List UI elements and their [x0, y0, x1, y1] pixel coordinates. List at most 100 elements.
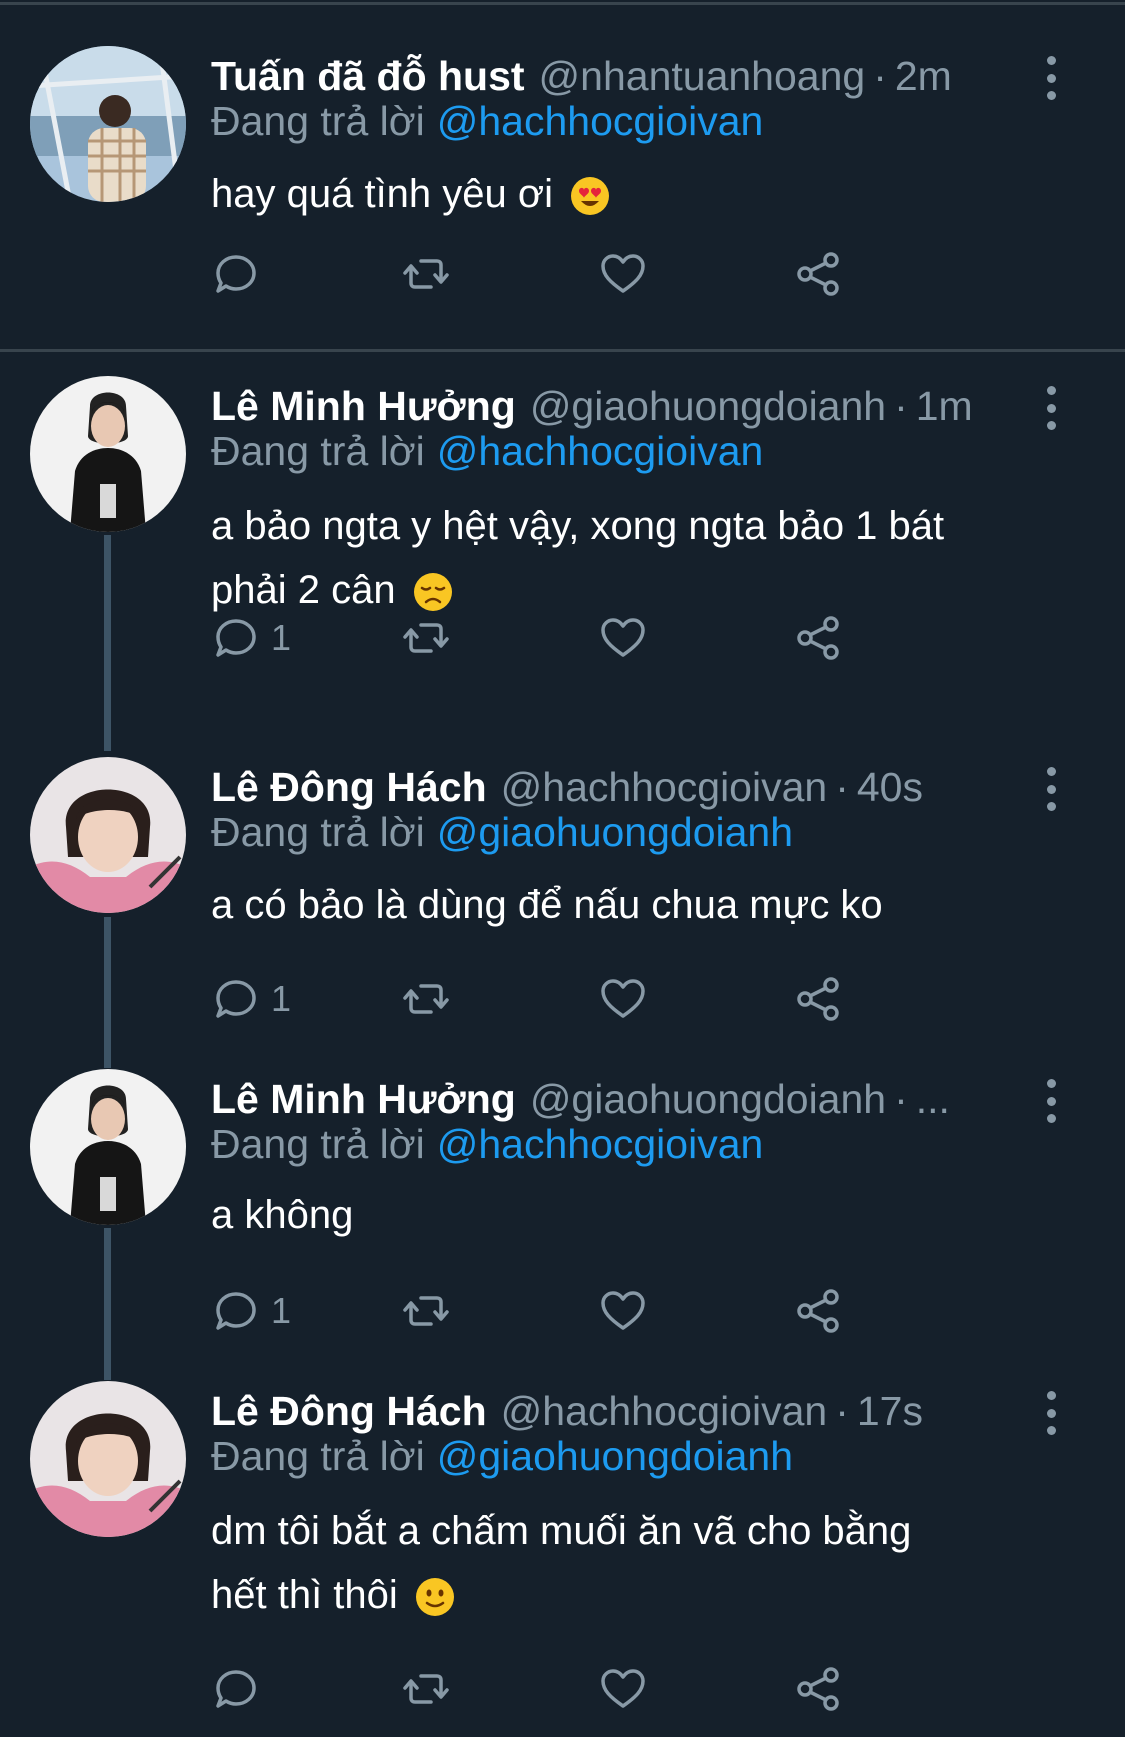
reply-button[interactable] — [211, 1661, 271, 1717]
slight-smile-emoji-icon — [415, 1578, 454, 1617]
replying-to: Đang trả lời @giaohuongdoianh — [211, 1433, 793, 1480]
timestamp[interactable]: 2m — [895, 53, 952, 100]
tweet-text: a có bảo là dùng để nấu chua mực ko — [211, 873, 1051, 937]
more-icon[interactable] — [1041, 1079, 1061, 1123]
share-button[interactable] — [794, 1283, 844, 1339]
display-name[interactable]: Lê Minh Hưởng — [211, 383, 516, 430]
timestamp[interactable]: ... — [916, 1076, 950, 1123]
timestamp[interactable]: 40s — [857, 764, 923, 811]
avatar-boat-photo — [30, 46, 186, 202]
timestamp[interactable]: 17s — [857, 1388, 923, 1435]
avatar[interactable] — [30, 1381, 186, 1537]
reply-button[interactable]: 1 — [211, 610, 291, 666]
reply-count: 1 — [271, 617, 292, 658]
replying-to-handle[interactable]: @giaohuongdoianh — [437, 809, 793, 855]
user-handle[interactable]: @hachhocgioivan — [501, 764, 828, 811]
tweet-text-line: a có bảo là dùng để nấu chua mực ko — [211, 883, 883, 927]
share-button[interactable] — [794, 246, 844, 302]
share-icon — [797, 1667, 839, 1711]
share-button[interactable] — [794, 610, 844, 666]
avatar-black-hoodie — [30, 1069, 186, 1225]
replying-to-label: Đang trả lời — [211, 1433, 425, 1479]
user-handle[interactable]: @giaohuongdoianh — [530, 1076, 886, 1123]
like-button[interactable] — [598, 971, 648, 1027]
retweet-button[interactable] — [401, 246, 451, 302]
separator-dot: · — [894, 1075, 908, 1122]
separator-dot: · — [835, 1387, 849, 1434]
timestamp[interactable]: 1m — [916, 383, 973, 430]
reply-icon — [216, 1292, 256, 1330]
retweet-button[interactable] — [401, 971, 451, 1027]
reply-icon — [216, 255, 256, 293]
tweet-header: Lê Đông Hách @hachhocgioivan · 40s — [211, 757, 1031, 817]
replying-to: Đang trả lời @hachhocgioivan — [211, 1121, 763, 1168]
heart-icon — [601, 618, 645, 657]
like-button[interactable] — [598, 246, 648, 302]
more-icon[interactable] — [1041, 767, 1061, 811]
display-name[interactable]: Tuấn đã đỗ hust — [211, 53, 525, 100]
tweet-actions: 1 — [211, 1283, 951, 1339]
user-handle[interactable]: @nhantuanhoang — [539, 53, 866, 100]
heart-icon — [601, 1669, 645, 1708]
replying-to-handle[interactable]: @hachhocgioivan — [437, 428, 764, 474]
replying-to-label: Đang trả lời — [211, 98, 425, 144]
like-button[interactable] — [598, 1283, 648, 1339]
tweet-divider — [0, 349, 1125, 352]
retweet-icon — [403, 623, 449, 653]
more-icon[interactable] — [1041, 386, 1061, 430]
display-name[interactable]: Lê Minh Hưởng — [211, 1076, 516, 1123]
heart-eyes-emoji-icon — [571, 177, 610, 216]
avatar-pink-hoodie — [30, 757, 186, 913]
tweet-text-line: hay quá tình yêu ơi — [211, 172, 554, 216]
reply-button[interactable] — [211, 246, 271, 302]
avatar[interactable] — [30, 46, 186, 202]
share-button[interactable] — [794, 971, 844, 1027]
retweet-button[interactable] — [401, 610, 451, 666]
display-name[interactable]: Lê Đông Hách — [211, 764, 487, 811]
share-icon — [797, 977, 839, 1021]
reply-count: 1 — [271, 1290, 292, 1331]
avatar[interactable] — [30, 1069, 186, 1225]
user-handle[interactable]: @giaohuongdoianh — [530, 383, 886, 430]
heart-icon — [601, 979, 645, 1018]
reply-icon — [216, 980, 256, 1018]
user-handle[interactable]: @hachhocgioivan — [501, 1388, 828, 1435]
display-name[interactable]: Lê Đông Hách — [211, 1388, 487, 1435]
tweet-actions — [211, 1661, 951, 1717]
tweet-header: Tuấn đã đỗ hust @nhantuanhoang · 2m — [211, 46, 1031, 106]
retweet-icon — [403, 1296, 449, 1326]
replying-to: Đang trả lời @hachhocgioivan — [211, 98, 763, 145]
replying-to-label: Đang trả lời — [211, 1121, 425, 1167]
like-button[interactable] — [598, 610, 648, 666]
avatar-black-hoodie — [30, 376, 186, 532]
tweet-header: Lê Minh Hưởng @giaohuongdoianh · 1m — [211, 376, 1031, 436]
tweet-text: a bảo ngta y hệt vậy, xong ngta bảo 1 bá… — [211, 494, 1051, 622]
share-button[interactable] — [794, 1661, 844, 1717]
tweet-text-line: dm tôi bắt a chấm muối ăn vã cho bằng — [211, 1509, 912, 1553]
like-button[interactable] — [598, 1661, 648, 1717]
replying-to-handle[interactable]: @hachhocgioivan — [437, 98, 764, 144]
reply-button[interactable]: 1 — [211, 971, 291, 1027]
reply-icon — [216, 1670, 256, 1708]
avatar-pink-hoodie — [30, 1381, 186, 1537]
avatar[interactable] — [30, 376, 186, 532]
retweet-button[interactable] — [401, 1283, 451, 1339]
tweet-header: Lê Đông Hách @hachhocgioivan · 17s — [211, 1381, 1031, 1441]
retweet-button[interactable] — [401, 1661, 451, 1717]
separator-dot: · — [835, 763, 849, 810]
retweet-icon — [403, 1674, 449, 1704]
separator-dot: · — [873, 52, 887, 99]
more-icon[interactable] — [1041, 56, 1061, 100]
thread-connector — [104, 1228, 111, 1380]
reply-button[interactable]: 1 — [211, 1283, 291, 1339]
retweet-icon — [403, 259, 449, 289]
avatar[interactable] — [30, 757, 186, 913]
tweet-text: dm tôi bắt a chấm muối ăn vã cho bằng hế… — [211, 1499, 1051, 1627]
tweet-actions — [211, 246, 951, 302]
more-icon[interactable] — [1041, 1391, 1061, 1435]
heart-icon — [601, 1291, 645, 1330]
top-divider — [0, 2, 1125, 5]
replying-to-handle[interactable]: @hachhocgioivan — [437, 1121, 764, 1167]
replying-to-handle[interactable]: @giaohuongdoianh — [437, 1433, 793, 1479]
retweet-icon — [403, 984, 449, 1014]
